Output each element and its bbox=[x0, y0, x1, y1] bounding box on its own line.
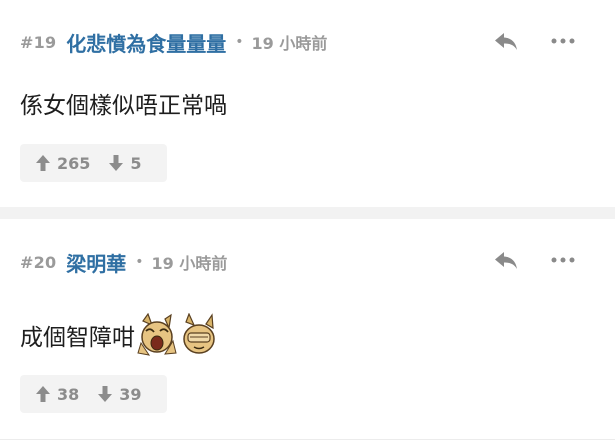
post-time: 19 小時前 bbox=[251, 34, 328, 53]
post-text: 係女個樣似唔正常喎 bbox=[20, 93, 227, 119]
post-20: #20 梁明華 • 19 小時前 成個智障咁 38 39 bbox=[0, 219, 615, 439]
upvote-button[interactable]: 38 bbox=[35, 385, 79, 404]
downvote-button[interactable]: 5 bbox=[108, 153, 142, 173]
post-content: 成個智障咁 bbox=[20, 313, 219, 357]
downvote-count: 39 bbox=[119, 384, 142, 404]
meta-separator: • bbox=[135, 254, 144, 270]
upvote-count: 38 bbox=[57, 384, 80, 404]
upvote-count: 265 bbox=[57, 153, 91, 173]
post-text: 成個智障咁 bbox=[20, 325, 135, 351]
post-content: 係女個樣似唔正常喎 bbox=[20, 86, 227, 120]
vote-bar: 38 39 bbox=[20, 375, 167, 413]
username-link[interactable]: 化悲憤為食量量量 bbox=[66, 28, 226, 57]
username-link[interactable]: 梁明華 bbox=[66, 248, 126, 277]
arrow-up-icon bbox=[36, 155, 50, 171]
downvote-count: 5 bbox=[130, 153, 142, 173]
post-number[interactable]: #20 bbox=[20, 253, 56, 272]
post-divider bbox=[0, 207, 615, 219]
upvote-button[interactable]: 265 bbox=[35, 154, 90, 173]
vote-bar: 265 5 bbox=[20, 144, 167, 182]
downvote-button[interactable]: 39 bbox=[97, 384, 142, 404]
crying-dog-emoji bbox=[137, 313, 177, 356]
post-meta: #19 化悲憤為食量量量 • 19 小時前 bbox=[20, 28, 328, 57]
post-time: 19 小時前 bbox=[151, 254, 228, 273]
more-icon[interactable] bbox=[551, 257, 575, 263]
post-meta: #20 梁明華 • 19 小時前 bbox=[20, 248, 228, 277]
reply-icon[interactable] bbox=[493, 249, 519, 271]
arrow-down-icon bbox=[109, 155, 124, 171]
reply-icon[interactable] bbox=[493, 30, 519, 52]
post-actions bbox=[493, 30, 575, 52]
facepalm-dog-emoji bbox=[183, 313, 215, 354]
post-19: #19 化悲憤為食量量量 • 19 小時前 係女個樣似唔正常喎 265 5 bbox=[0, 0, 615, 207]
post-actions bbox=[493, 249, 575, 271]
more-icon[interactable] bbox=[551, 38, 575, 44]
meta-separator: • bbox=[235, 34, 244, 50]
post-number[interactable]: #19 bbox=[20, 33, 56, 52]
arrow-up-icon bbox=[36, 386, 50, 402]
arrow-down-icon bbox=[98, 386, 113, 402]
